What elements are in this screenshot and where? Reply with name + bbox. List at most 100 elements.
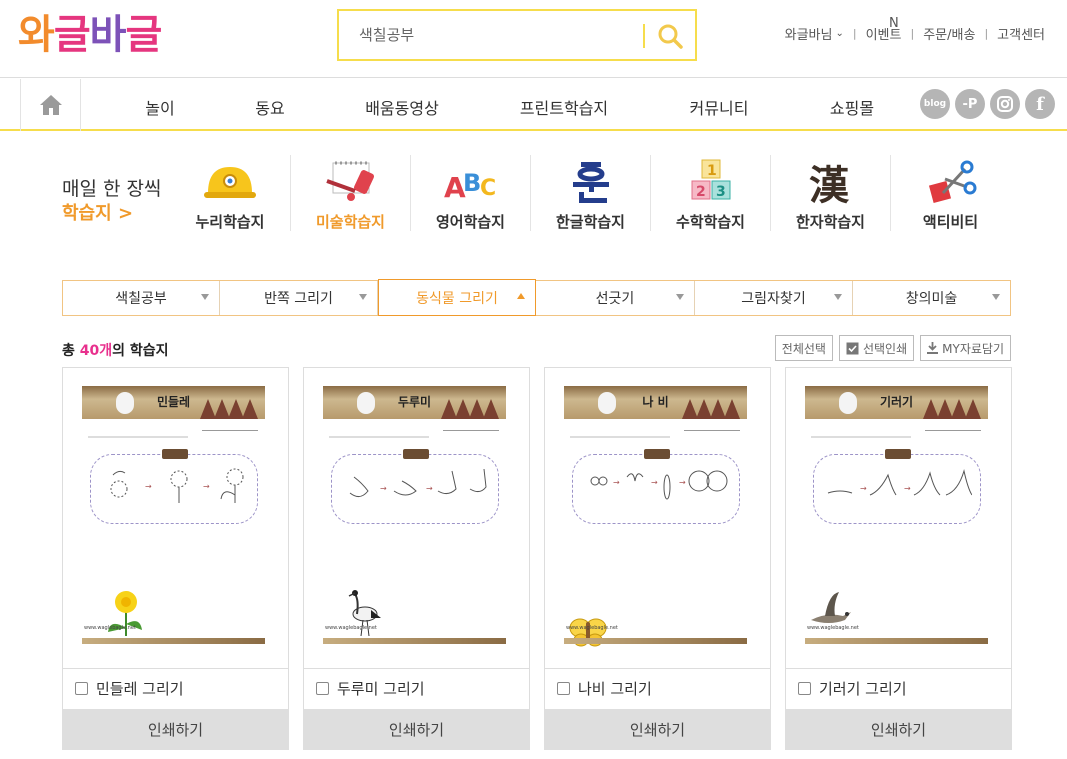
worksheet-thumbnail[interactable]: 나 비 → → → www.waglebagle.net: [564, 386, 747, 648]
select-checkbox[interactable]: [798, 682, 811, 695]
nav-item-play[interactable]: 놀이: [145, 95, 174, 119]
search-box[interactable]: 색칠공부: [337, 9, 697, 61]
logo-char: 바: [89, 12, 127, 58]
scissors-icon: [928, 160, 976, 204]
category-english[interactable]: A B C 영어학습지: [410, 155, 530, 231]
save-to-my-button[interactable]: MY자료담기: [920, 335, 1011, 361]
abc-icon: A B C: [444, 169, 496, 204]
category-label: 영어학습지: [435, 213, 505, 231]
thumbnail-url: www.waglebagle.net: [325, 625, 377, 631]
post-icon[interactable]: -P: [955, 89, 985, 119]
home-icon: [39, 95, 62, 115]
print-button[interactable]: 인쇄하기: [544, 709, 771, 750]
numbers-icon: 1 2 3: [691, 159, 730, 200]
nav-item-shop[interactable]: 쇼핑몰: [830, 95, 874, 119]
select-checkbox[interactable]: [557, 682, 570, 695]
thumbnail-title: 두루미: [397, 395, 432, 409]
card-label-row[interactable]: 민들레 그리기: [63, 668, 288, 708]
tab-label: 반쪽 그리기: [264, 291, 333, 307]
tab-half-drawing[interactable]: 반쪽 그리기: [220, 281, 378, 315]
order-link[interactable]: 주문/배송: [923, 24, 975, 43]
thumbnail-url: www.waglebagle.net: [566, 625, 618, 631]
caret-down-icon: [992, 294, 1000, 300]
home-button[interactable]: [20, 79, 81, 131]
customer-center-link[interactable]: 고객센터: [997, 24, 1045, 43]
thumbnail-url: www.waglebagle.net: [807, 625, 859, 631]
svg-text:2: 2: [696, 184, 706, 200]
thumbnail-title: 나 비: [642, 395, 669, 409]
step-frame: → →: [813, 454, 981, 524]
divider: |: [984, 27, 989, 40]
header: 와 글 바 글 색칠공부 와글바님 ⌄ | 이벤트 | 주문/배송 | 고객센터…: [0, 0, 1067, 78]
category-art[interactable]: 미술학습지: [290, 155, 410, 231]
chevron-down-icon[interactable]: ⌄: [835, 28, 843, 39]
site-logo[interactable]: 와 글 바 글: [18, 12, 162, 58]
category-nuri[interactable]: 누리학습지: [170, 155, 290, 231]
illustration: [568, 616, 608, 652]
logo-char: 와: [18, 12, 55, 58]
print-button[interactable]: 인쇄하기: [62, 709, 289, 750]
category-label: 수학학습지: [675, 213, 745, 231]
card-label-row[interactable]: 나비 그리기: [545, 668, 770, 708]
card-title: 민들레 그리기: [96, 680, 184, 698]
thumbnail-title: 민들레: [156, 395, 191, 409]
daily-link[interactable]: 학습지 >: [62, 199, 133, 225]
user-menu-link[interactable]: 와글바님: [785, 24, 833, 43]
nav-item-community[interactable]: 커뮤니티: [690, 95, 749, 119]
tab-animal-plant-drawing[interactable]: 동식물 그리기: [378, 279, 536, 316]
print-button[interactable]: 인쇄하기: [303, 709, 530, 750]
tab-line-drawing[interactable]: 선긋기: [536, 281, 695, 315]
step-frame: → →: [90, 454, 258, 524]
facebook-icon[interactable]: f: [1025, 89, 1055, 119]
worksheet-card: 기러기 → → www.waglebagle.net 기러기 그리기 인쇄하기: [785, 367, 1012, 750]
main-nav: 놀이 동요 배움동영상 프린트학습지 커뮤니티 쇼핑몰 blog -P f: [0, 79, 1067, 131]
search-input[interactable]: 색칠공부: [359, 24, 414, 45]
print-button[interactable]: 인쇄하기: [785, 709, 1012, 750]
category-label: 누리학습지: [195, 213, 265, 231]
paint-icon: [325, 161, 374, 201]
svg-text:→: →: [613, 478, 620, 487]
worksheet-card: 두루미 → → www.waglebagle.net 두루미 그리기 인쇄하기: [303, 367, 530, 750]
svg-text:1: 1: [707, 163, 717, 179]
svg-text:→: →: [426, 484, 433, 493]
category-label: 액티비티: [922, 213, 979, 231]
nav-item-videos[interactable]: 배움동영상: [365, 95, 439, 119]
helmet-icon: [204, 167, 256, 198]
instagram-icon[interactable]: [990, 89, 1020, 119]
thumbnail-title: 기러기: [879, 395, 914, 409]
tab-coloring[interactable]: 색칠공부: [63, 281, 220, 315]
worksheet-thumbnail[interactable]: 기러기 → → www.waglebagle.net: [805, 386, 988, 648]
select-all-button[interactable]: 전체선택: [774, 335, 833, 361]
worksheet-card: 나 비 → → → www.waglebagle.net 나비 그리기 인쇄하기: [544, 367, 771, 750]
card-title: 나비 그리기: [578, 680, 652, 698]
nav-item-songs[interactable]: 동요: [255, 95, 284, 119]
thumbnail-footer: [805, 638, 988, 644]
category-hangul[interactable]: 한글학습지: [530, 155, 650, 231]
svg-text:→: →: [860, 484, 867, 493]
divider: |: [910, 27, 915, 40]
category-math[interactable]: 1 2 3 수학학습지: [650, 155, 770, 231]
hanja-icon: 漢: [809, 162, 850, 205]
nav-item-print-worksheets[interactable]: 프린트학습지: [520, 95, 608, 119]
category-activity[interactable]: 액티비티: [890, 155, 1010, 231]
select-checkbox[interactable]: [75, 682, 88, 695]
search-icon[interactable]: [657, 23, 683, 49]
hangul-icon: [572, 162, 609, 203]
svg-text:→: →: [145, 482, 152, 491]
category-hanja[interactable]: 漢 한자학습지: [770, 155, 890, 231]
card-label-row[interactable]: 두루미 그리기: [304, 668, 529, 708]
total-count: 총 40개의 학습지: [62, 343, 169, 359]
select-checkbox[interactable]: [316, 682, 329, 695]
print-selected-button[interactable]: 선택인쇄: [838, 335, 915, 361]
worksheet-thumbnail[interactable]: 민들레 → → www.waglebagle.net: [82, 386, 265, 648]
illustration: [347, 588, 387, 640]
tab-creative-art[interactable]: 창의미술: [853, 281, 1010, 315]
blog-icon[interactable]: blog: [920, 89, 950, 119]
worksheet-card: 민들레 → → www.waglebagle.net 민들레 그리기 인쇄하기: [62, 367, 289, 750]
worksheet-thumbnail[interactable]: 두루미 → → www.waglebagle.net: [323, 386, 506, 648]
tab-shadow-finding[interactable]: 그림자찾기: [695, 281, 853, 315]
tab-label: 선긋기: [595, 291, 635, 307]
caret-up-icon: [517, 293, 525, 299]
svg-text:C: C: [480, 176, 496, 201]
card-label-row[interactable]: 기러기 그리기: [786, 668, 1011, 708]
